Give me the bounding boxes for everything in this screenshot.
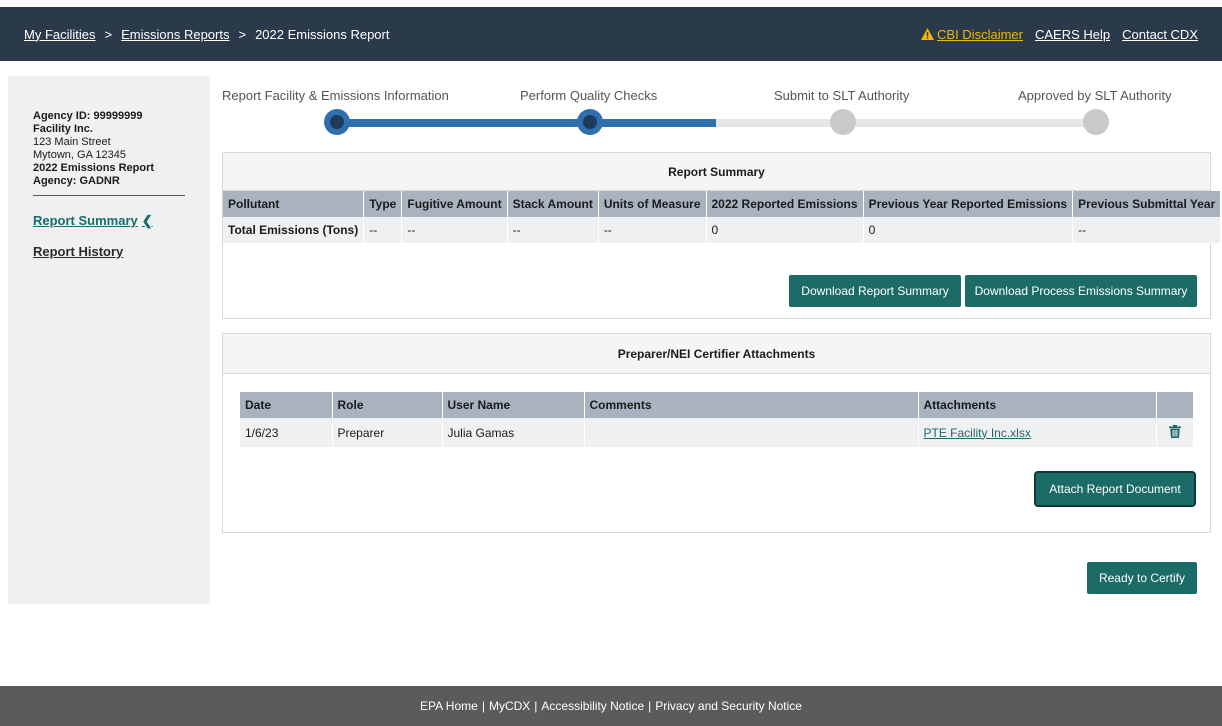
footer-separator: |: [481, 699, 485, 713]
attachments-title: Preparer/NEI Certifier Attachments: [223, 334, 1210, 374]
column-header: Previous Year Reported Emissions: [863, 191, 1074, 217]
facility-name: Facility Inc.: [33, 123, 93, 135]
attachment-role: Preparer: [332, 418, 443, 447]
breadcrumb: My Facilities > Emissions Reports > 2022…: [24, 27, 389, 42]
table-cell: 0: [706, 217, 864, 243]
sidebar-item-label: Report History: [33, 244, 124, 259]
facility-city: Mytown, GA 12345: [33, 149, 126, 161]
table-header-row: Date Role User Name Comments Attachments: [240, 392, 1194, 418]
download-report-summary-button[interactable]: Download Report Summary: [789, 275, 961, 307]
warning-icon: [921, 28, 935, 40]
footer-link-mycdx[interactable]: MyCDX: [489, 699, 530, 713]
attachment-user: Julia Gamas: [442, 418, 585, 447]
cbi-disclaimer-link[interactable]: CBI Disclaimer: [921, 27, 1023, 42]
footer: EPA Home | MyCDX | Accessibility Notice …: [0, 686, 1222, 726]
attachment-file-cell: PTE Facility Inc.xlsx: [918, 418, 1157, 447]
step-marker-quality-checks: [577, 109, 603, 135]
column-header: 2022 Reported Emissions: [706, 191, 864, 217]
footer-link-epa-home[interactable]: EPA Home: [420, 699, 478, 713]
table-cell: --: [1072, 217, 1222, 243]
column-header: Attachments: [918, 392, 1157, 418]
footer-link-accessibility[interactable]: Accessibility Notice: [541, 699, 644, 713]
footer-link-privacy[interactable]: Privacy and Security Notice: [655, 699, 802, 713]
attach-report-document-button[interactable]: Attach Report Document: [1036, 473, 1194, 505]
table-cell: --: [598, 217, 707, 243]
table-header-row: Pollutant Type Fugitive Amount Stack Amo…: [223, 191, 1222, 217]
step-marker-report: [324, 109, 350, 135]
ready-to-certify-button[interactable]: Ready to Certify: [1087, 562, 1197, 594]
table-cell: --: [401, 217, 508, 243]
breadcrumb-emissions-reports[interactable]: Emissions Reports: [121, 27, 229, 42]
column-header: Date: [240, 392, 333, 418]
agency-id: Agency ID: 99999999: [33, 110, 143, 122]
report-summary-title: Report Summary: [223, 153, 1210, 191]
report-summary-card: Report Summary Pollutant Type Fugitive A…: [222, 152, 1222, 319]
progress-track-complete: [337, 119, 716, 127]
column-header: Role: [332, 392, 443, 418]
breadcrumb-current: 2022 Emissions Report: [255, 26, 390, 42]
attachment-comments: [584, 418, 919, 447]
caers-help-link[interactable]: CAERS Help: [1035, 27, 1110, 42]
column-header: Pollutant: [223, 191, 365, 217]
step-label-quality-checks: Perform Quality Checks: [520, 88, 658, 103]
cbi-disclaimer-label: CBI Disclaimer: [937, 26, 1023, 42]
column-header: Fugitive Amount: [401, 191, 508, 217]
step-marker-submit: [830, 109, 856, 135]
table-row: 1/6/23 Preparer Julia Gamas PTE Facility…: [240, 418, 1194, 447]
attachment-date: 1/6/23: [240, 418, 333, 447]
top-navigation-bar: My Facilities > Emissions Reports > 2022…: [0, 7, 1222, 61]
download-process-emissions-button[interactable]: Download Process Emissions Summary: [965, 275, 1197, 307]
attachment-file-link[interactable]: PTE Facility Inc.xlsx: [924, 426, 1031, 440]
step-label-approved: Approved by SLT Authority: [1018, 88, 1172, 103]
sidebar-item-report-summary[interactable]: Report Summary ❮: [33, 213, 210, 229]
facility-street: 123 Main Street: [33, 136, 111, 148]
attachment-actions: [1156, 418, 1194, 447]
sidebar-item-report-history[interactable]: Report History: [33, 244, 210, 259]
footer-separator: |: [534, 699, 538, 713]
breadcrumb-my-facilities[interactable]: My Facilities: [24, 27, 96, 42]
progress-track-pending: [716, 119, 1096, 127]
sidebar: Agency ID: 99999999 Facility Inc. 123 Ma…: [8, 76, 210, 604]
table-cell: 0: [863, 217, 1074, 243]
step-label-submit: Submit to SLT Authority: [774, 88, 910, 103]
step-marker-approved: [1083, 109, 1109, 135]
table-row: Total Emissions (Tons) -- -- -- -- 0 0 -…: [223, 217, 1222, 243]
column-header: Stack Amount: [507, 191, 599, 217]
agency-name: Agency: GADNR: [33, 175, 120, 187]
footer-separator: |: [648, 699, 652, 713]
chevron-left-icon: ❮: [141, 213, 153, 228]
attachments-table: Date Role User Name Comments Attachments…: [240, 392, 1194, 447]
column-header: Previous Submittal Year: [1072, 191, 1222, 217]
header-links: CBI Disclaimer CAERS Help Contact CDX: [921, 27, 1198, 42]
column-header: Comments: [584, 392, 919, 418]
report-summary-table: Pollutant Type Fugitive Amount Stack Amo…: [223, 191, 1222, 243]
facility-info: Agency ID: 99999999 Facility Inc. 123 Ma…: [33, 110, 210, 188]
column-header: Units of Measure: [598, 191, 707, 217]
column-header: Type: [363, 191, 403, 217]
table-cell: Total Emissions (Tons): [223, 217, 365, 243]
table-cell: --: [507, 217, 599, 243]
sidebar-divider: [33, 195, 185, 196]
trash-icon[interactable]: [1168, 424, 1181, 438]
sidebar-item-label: Report Summary: [33, 213, 138, 228]
breadcrumb-separator: >: [104, 26, 113, 42]
step-label-report: Report Facility & Emissions Information: [222, 88, 449, 103]
table-cell: --: [363, 217, 403, 243]
report-name: 2022 Emissions Report: [33, 162, 155, 174]
column-header: User Name: [442, 392, 585, 418]
contact-cdx-link[interactable]: Contact CDX: [1122, 27, 1198, 42]
column-header: [1156, 392, 1194, 418]
progress-stepper: Report Facility & Emissions Information …: [222, 86, 1210, 136]
attachments-card: Preparer/NEI Certifier Attachments Date …: [222, 333, 1211, 533]
breadcrumb-separator: >: [238, 26, 247, 42]
